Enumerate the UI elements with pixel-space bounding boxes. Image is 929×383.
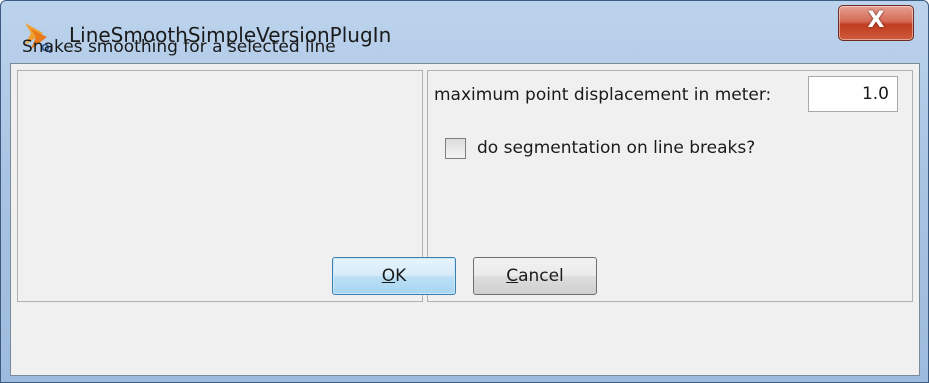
description-text: Snakes smoothing for a selected line <box>22 37 336 57</box>
ok-label: K <box>395 266 407 286</box>
dialog-content <box>10 63 920 376</box>
ok-mnemonic: O <box>381 266 396 286</box>
displacement-input[interactable] <box>808 76 898 112</box>
ok-button[interactable]: OK <box>332 257 456 295</box>
dialog-window: OJ LineSmoothSimpleVersionPlugIn X Snake… <box>0 0 929 383</box>
close-button[interactable]: X <box>838 5 914 41</box>
cancel-mnemonic: C <box>506 266 519 286</box>
cancel-label: ancel <box>518 266 564 286</box>
close-icon: X <box>867 8 885 33</box>
displacement-label: maximum point displacement in meter: <box>434 85 772 105</box>
cancel-button[interactable]: Cancel <box>473 257 597 295</box>
segmentation-label[interactable]: do segmentation on line breaks? <box>477 138 755 158</box>
segmentation-checkbox[interactable] <box>445 138 466 159</box>
